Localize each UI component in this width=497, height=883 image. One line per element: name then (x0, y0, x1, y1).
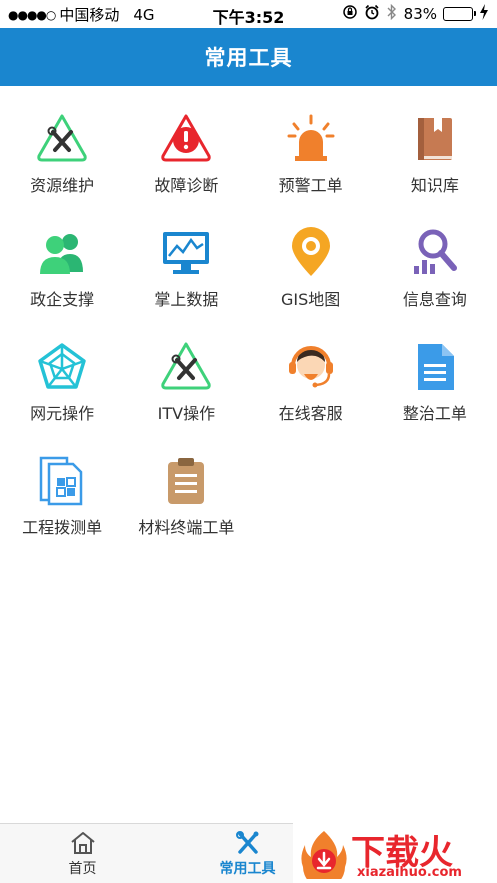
map-pin-icon (284, 226, 338, 280)
tile-online-service[interactable]: 在线客服 (249, 314, 373, 428)
status-right: 83% (342, 3, 489, 24)
tile-material-terminal-ticket[interactable]: 材料终端工单 (124, 428, 248, 542)
tile-label: 整治工单 (402, 404, 467, 423)
monitor-chart-icon (159, 226, 213, 280)
tile-label: 掌上数据 (154, 290, 219, 309)
home-icon (69, 830, 97, 856)
tile-label: 预警工单 (278, 176, 343, 195)
rotation-lock-icon (342, 4, 358, 24)
users-icon (35, 226, 89, 280)
tile-label: 信息查询 (402, 290, 467, 309)
headset-icon (284, 340, 338, 394)
tile-knowledge-base[interactable]: 知识库 (373, 86, 497, 200)
wrench-screwdriver-icon (35, 112, 89, 166)
battery-percent: 83% (403, 5, 437, 23)
tile-rectification-ticket[interactable]: 整治工单 (373, 314, 497, 428)
alarm-icon (364, 4, 380, 24)
page-title: 常用工具 (204, 46, 293, 70)
siren-icon (284, 112, 338, 166)
tool-grid: 资源维护 故障诊断 预警工单 知识库 政企支撑 掌上数据 GIS地图 信息查询 … (0, 86, 497, 542)
tile-label: 故障诊断 (154, 176, 219, 195)
tab-label: 常用工具 (219, 861, 276, 877)
file-grid-icon (35, 454, 89, 508)
tile-itv-ops[interactable]: ITV操作 (124, 314, 248, 428)
tile-label: 资源维护 (30, 176, 95, 195)
tab-label: 首页 (68, 861, 97, 877)
charging-icon (479, 4, 489, 24)
flame-logo-icon (299, 829, 349, 883)
tab-home[interactable]: 首页 (0, 824, 165, 883)
tile-engineering-test-ticket[interactable]: 工程拨测单 (0, 428, 124, 542)
tile-enterprise-support[interactable]: 政企支撑 (0, 200, 124, 314)
status-bar: ●●●●○ 中国移动 4G 下午3:52 83% (0, 0, 497, 28)
tile-label: GIS地图 (280, 290, 341, 309)
clipboard-icon (159, 454, 213, 508)
tile-network-element-ops[interactable]: 网元操作 (0, 314, 124, 428)
tools-icon (234, 830, 262, 856)
tile-resource-maintenance[interactable]: 资源维护 (0, 86, 124, 200)
tile-mobile-data[interactable]: 掌上数据 (124, 200, 248, 314)
watermark-logo: 下载火 xiazaihuo.com (293, 823, 497, 883)
tile-gis-map[interactable]: GIS地图 (249, 200, 373, 314)
tile-label: 网元操作 (30, 404, 95, 423)
tile-info-query[interactable]: 信息查询 (373, 200, 497, 314)
bluetooth-icon (386, 3, 398, 24)
tile-warning-ticket[interactable]: 预警工单 (249, 86, 373, 200)
tile-label: 在线客服 (278, 404, 343, 423)
page-header: 常用工具 (0, 28, 497, 86)
network-pentagon-icon (35, 340, 89, 394)
battery-icon (443, 7, 476, 21)
alert-triangle-icon (159, 112, 213, 166)
book-icon (408, 112, 462, 166)
document-icon (408, 340, 462, 394)
search-chart-icon (408, 226, 462, 280)
watermark-url: xiazaihuo.com (357, 865, 462, 880)
wrench-screwdriver-icon (159, 340, 213, 394)
tile-label: 工程拨测单 (22, 518, 103, 537)
tile-label: 政企支撑 (30, 290, 95, 309)
tile-label: 材料终端工单 (138, 518, 235, 537)
tile-fault-diagnosis[interactable]: 故障诊断 (124, 86, 248, 200)
tile-label: ITV操作 (157, 404, 216, 423)
tile-label: 知识库 (410, 176, 459, 195)
